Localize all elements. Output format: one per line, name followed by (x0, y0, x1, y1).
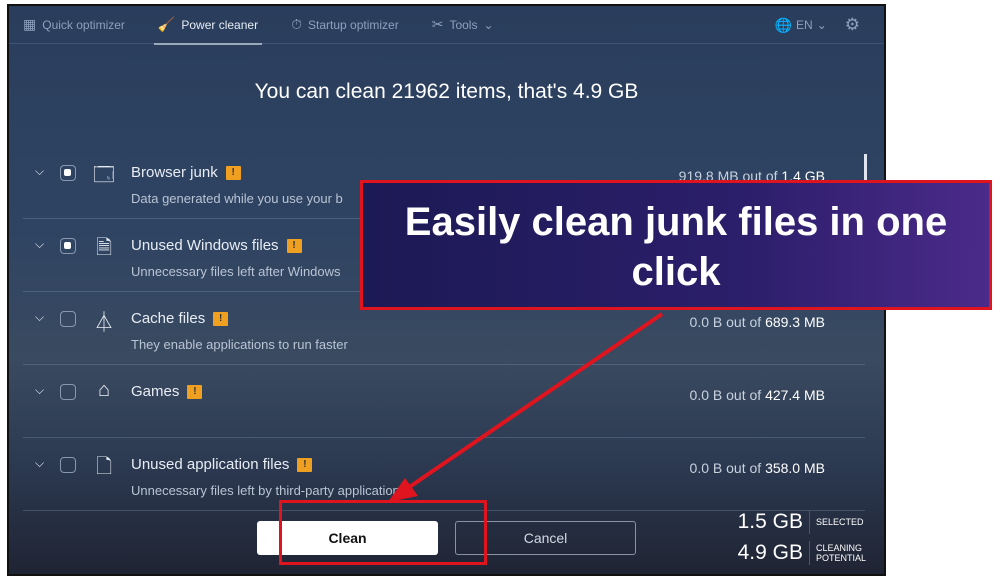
arrow-line (403, 312, 664, 492)
arrow-head (388, 478, 418, 502)
annotation-arrow (388, 312, 664, 502)
